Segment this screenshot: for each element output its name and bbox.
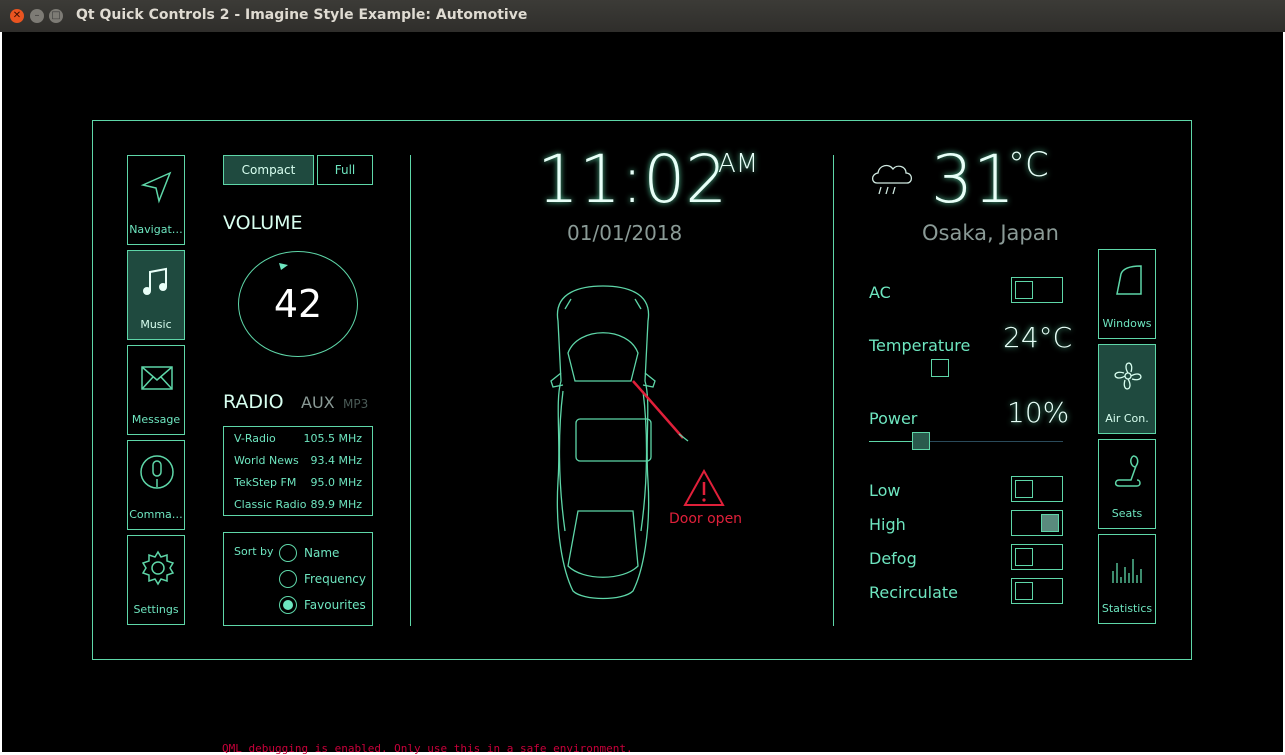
car-outline-icon bbox=[550, 285, 689, 600]
switch-knob bbox=[1015, 582, 1033, 600]
sort-frequency-radio[interactable] bbox=[279, 570, 297, 588]
high-label: High bbox=[869, 515, 906, 534]
sort-name-radio[interactable] bbox=[279, 544, 297, 562]
ac-switch[interactable] bbox=[1011, 277, 1063, 303]
switch-knob bbox=[1015, 281, 1033, 299]
volume-value: 42 bbox=[273, 282, 323, 326]
sort-label: Sort by bbox=[234, 545, 274, 558]
app-canvas: Navigat… Music Message Comma… Settings C… bbox=[2, 32, 1283, 752]
sort-frequency-label[interactable]: Frequency bbox=[304, 572, 366, 586]
recirculate-label: Recirculate bbox=[869, 583, 959, 602]
warning-triangle-icon bbox=[683, 469, 725, 506]
defog-switch[interactable] bbox=[1011, 544, 1063, 570]
window-icon bbox=[1116, 265, 1142, 295]
station-frequency: 93.4 MHz bbox=[310, 454, 362, 467]
nav-commands-button[interactable]: Comma… bbox=[127, 440, 185, 530]
nav-seats-button[interactable]: Seats bbox=[1098, 439, 1156, 529]
power-slider-handle[interactable] bbox=[912, 432, 930, 450]
switch-knob bbox=[1015, 548, 1033, 566]
volume-heading: VOLUME bbox=[223, 212, 303, 234]
station-frequency: 89.9 MHz bbox=[310, 498, 362, 511]
window-title: Qt Quick Controls 2 - Imagine Style Exam… bbox=[76, 7, 528, 23]
fan-icon bbox=[1114, 362, 1142, 390]
navigation-arrow-icon bbox=[140, 171, 172, 204]
nav-music-button[interactable]: Music bbox=[127, 250, 185, 340]
aux-tab[interactable]: AUX bbox=[301, 393, 335, 412]
compact-mode-button[interactable]: Compact bbox=[223, 155, 314, 185]
sort-options: Sort by Name Frequency Favourites bbox=[223, 532, 373, 626]
station-frequency: 105.5 MHz bbox=[303, 432, 362, 445]
volume-dial[interactable]: 42 bbox=[238, 251, 358, 357]
ac-label: AC bbox=[869, 283, 891, 302]
console-output: QML debugging is enabled. Only use this … bbox=[222, 742, 633, 755]
nav-navigation-label: Navigat… bbox=[129, 223, 183, 236]
nav-statistics-button[interactable]: Statistics bbox=[1098, 534, 1156, 624]
power-value: 10% bbox=[1007, 396, 1070, 429]
nav-settings-label: Settings bbox=[133, 603, 179, 616]
sort-name-label[interactable]: Name bbox=[304, 546, 339, 560]
low-label: Low bbox=[869, 481, 901, 500]
weather-unit: °C bbox=[1008, 145, 1049, 185]
full-mode-button[interactable]: Full bbox=[317, 155, 373, 185]
nav-music-label: Music bbox=[140, 318, 172, 331]
right-divider bbox=[833, 155, 834, 626]
power-slider[interactable] bbox=[869, 432, 1063, 450]
weather-location: Osaka, Japan bbox=[922, 221, 1059, 245]
radio-tab[interactable]: RADIO bbox=[223, 391, 284, 413]
nav-message-button[interactable]: Message bbox=[127, 345, 185, 435]
close-window-button[interactable]: ✕ bbox=[10, 9, 24, 23]
seat-icon bbox=[1114, 455, 1141, 487]
station-name[interactable]: V-Radio bbox=[234, 432, 276, 445]
recirculate-switch[interactable] bbox=[1011, 578, 1063, 604]
station-name[interactable]: TekStep FM bbox=[234, 476, 296, 489]
sort-favourites-label[interactable]: Favourites bbox=[304, 598, 366, 612]
nav-windows-button[interactable]: Windows bbox=[1098, 249, 1156, 339]
temperature-value: 24°C bbox=[1003, 321, 1073, 354]
microphone-icon bbox=[140, 455, 174, 489]
nav-navigation-button[interactable]: Navigat… bbox=[127, 155, 185, 245]
nav-aircon-label: Air Con. bbox=[1105, 412, 1149, 425]
clock-date: 01/01/2018 bbox=[567, 221, 683, 245]
maximize-window-button[interactable]: □ bbox=[49, 9, 63, 23]
mp3-tab[interactable]: MP3 bbox=[343, 397, 368, 411]
nav-windows-label: Windows bbox=[1102, 317, 1152, 330]
window-titlebar[interactable]: ✕ – □ Qt Quick Controls 2 - Imagine Styl… bbox=[0, 0, 1285, 32]
clock-ampm: AM bbox=[718, 149, 759, 179]
switch-knob bbox=[1041, 514, 1059, 532]
power-label: Power bbox=[869, 409, 918, 428]
defog-label: Defog bbox=[869, 549, 917, 568]
station-list: V-Radio 105.5 MHz World News 93.4 MHz Te… bbox=[223, 426, 373, 516]
nav-aircon-button[interactable]: Air Con. bbox=[1098, 344, 1156, 434]
volume-indicator-icon bbox=[279, 263, 288, 270]
temperature-checkbox[interactable] bbox=[931, 359, 949, 377]
switch-knob bbox=[1015, 480, 1033, 498]
minimize-window-button[interactable]: – bbox=[30, 9, 44, 23]
sort-favourites-radio[interactable] bbox=[279, 596, 297, 614]
high-switch[interactable] bbox=[1011, 510, 1063, 536]
gear-icon bbox=[141, 550, 175, 586]
weather-temperature: 31 bbox=[931, 141, 1015, 218]
station-frequency: 95.0 MHz bbox=[310, 476, 362, 489]
dashboard-panel: Navigat… Music Message Comma… Settings C… bbox=[92, 120, 1192, 660]
bar-chart-icon bbox=[1112, 559, 1142, 583]
nav-message-label: Message bbox=[131, 413, 181, 426]
nav-statistics-label: Statistics bbox=[1101, 602, 1153, 615]
nav-commands-label: Comma… bbox=[129, 508, 183, 521]
temperature-label: Temperature bbox=[869, 336, 971, 355]
low-switch[interactable] bbox=[1011, 476, 1063, 502]
music-note-icon bbox=[143, 267, 167, 295]
door-open-warning: Door open bbox=[669, 511, 743, 527]
envelope-icon bbox=[141, 366, 173, 390]
nav-seats-label: Seats bbox=[1111, 507, 1143, 520]
nav-settings-button[interactable]: Settings bbox=[127, 535, 185, 625]
clock-time: 11:02 bbox=[537, 141, 728, 218]
left-divider bbox=[410, 155, 411, 626]
station-name[interactable]: World News bbox=[234, 454, 299, 467]
rain-cloud-icon bbox=[871, 164, 913, 195]
station-name[interactable]: Classic Radio bbox=[234, 498, 306, 511]
